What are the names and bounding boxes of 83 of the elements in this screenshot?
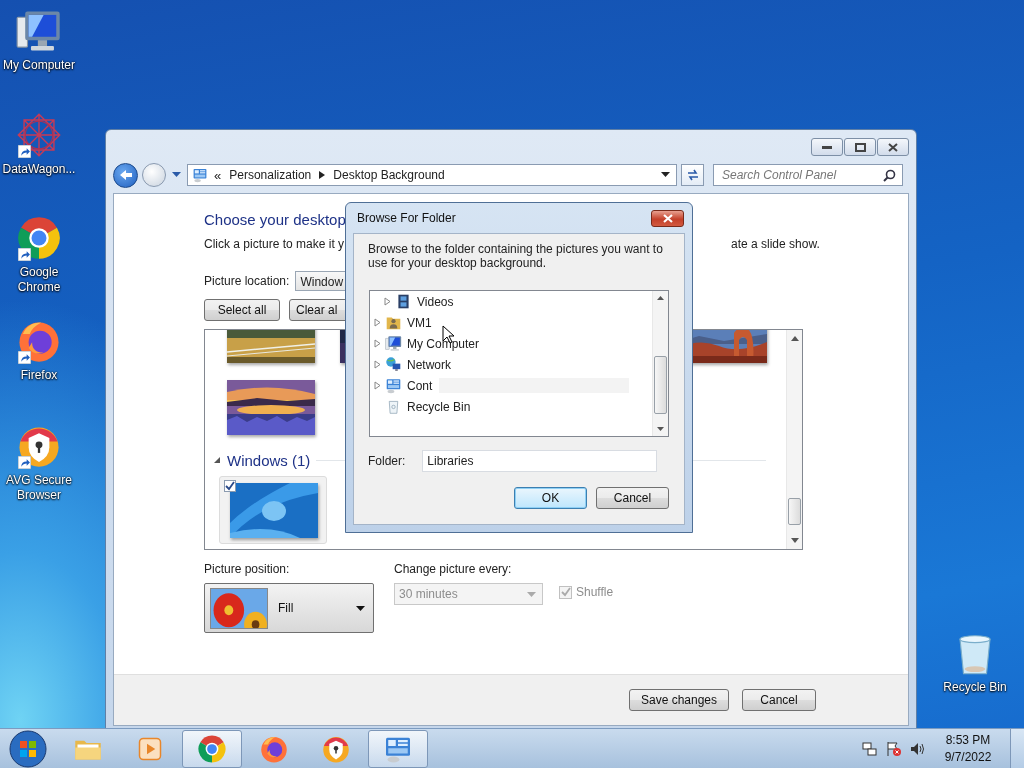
- tree-item[interactable]: Cont: [407, 378, 433, 393]
- refresh-arrows-icon: [685, 168, 700, 182]
- dialog-title: Browse For Folder: [357, 211, 456, 225]
- control-panel-icon: [385, 377, 402, 394]
- scrollbar-thumb[interactable]: [654, 356, 667, 414]
- caret-icon: [527, 591, 536, 597]
- tree-item[interactable]: Videos: [417, 294, 454, 309]
- taskbar-button[interactable]: [182, 729, 242, 768]
- flag-icon[interactable]: [886, 740, 902, 757]
- scrollbar[interactable]: [786, 330, 802, 549]
- refresh-button[interactable]: [681, 164, 704, 186]
- icon-label[interactable]: Google Chrome: [0, 265, 78, 295]
- search-field[interactable]: Search Control Panel: [713, 164, 903, 186]
- close-button[interactable]: [877, 138, 909, 156]
- collapse-triangle-icon[interactable]: [213, 456, 221, 464]
- chrome-icon: [197, 733, 227, 764]
- expand-arrow-icon[interactable]: [374, 318, 382, 327]
- caret-icon[interactable]: [661, 172, 670, 178]
- film-icon: [395, 293, 412, 310]
- tree-item[interactable]: My Computer: [407, 336, 480, 351]
- scrollbar[interactable]: [652, 291, 668, 436]
- field-label: Picture location:: [204, 274, 290, 288]
- expand-arrow-icon[interactable]: [374, 360, 382, 369]
- scrollbar-thumb[interactable]: [788, 498, 801, 525]
- mesh-icon[interactable]: [16, 112, 62, 158]
- search-icon[interactable]: [883, 169, 896, 182]
- start-orb-icon: [9, 729, 47, 768]
- group-header[interactable]: Windows (1): [227, 451, 311, 469]
- expand-arrow-icon[interactable]: [384, 297, 392, 306]
- folder-field[interactable]: Libraries: [422, 450, 658, 472]
- expand-arrow-icon[interactable]: [374, 339, 382, 348]
- minimize-icon: [822, 145, 832, 149]
- footer-button[interactable]: Cancel: [742, 689, 816, 711]
- breadcrumb-item[interactable]: Desktop Background: [331, 168, 447, 182]
- caret-icon: [356, 605, 365, 611]
- scroll-up-icon[interactable]: [657, 296, 664, 300]
- instruction-text: Browse to the folder containing the pictures you want to use for your desktop background.: [368, 242, 664, 270]
- computer-icon: [385, 335, 402, 352]
- tree-item[interactable]: Network: [407, 357, 451, 372]
- close-icon: [662, 213, 673, 223]
- user-folder-icon: [385, 314, 402, 331]
- network-monitors-icon[interactable]: [862, 740, 878, 757]
- close-button[interactable]: [651, 209, 684, 227]
- dialog-button[interactable]: OK: [514, 487, 587, 509]
- network-icon: [385, 356, 402, 373]
- maximize-button[interactable]: [844, 138, 876, 156]
- breadcrumb-arrow-icon[interactable]: [319, 171, 326, 179]
- tree-item[interactable]: Recycle Bin: [407, 399, 471, 414]
- close-icon: [888, 142, 898, 152]
- wallpaper-tile[interactable]: [219, 476, 327, 544]
- field-label: Folder:: [368, 454, 406, 468]
- page-heading: Choose your desktop: [204, 210, 346, 230]
- scroll-down-icon[interactable]: [657, 427, 664, 431]
- icon-label[interactable]: DataWagon...: [2, 162, 76, 177]
- overflow-chevron[interactable]: «: [214, 167, 222, 183]
- back-button[interactable]: [113, 162, 138, 188]
- taskbar-button[interactable]: [368, 729, 428, 768]
- scroll-down-icon[interactable]: [790, 538, 799, 543]
- breadcrumb-item[interactable]: Personalization: [227, 168, 314, 182]
- icon-label[interactable]: My Computer: [3, 58, 75, 73]
- control-panel-icon: [192, 167, 208, 183]
- icon-label[interactable]: Firefox: [20, 368, 58, 383]
- checkbox[interactable]: [224, 480, 236, 492]
- picture-position-dropdown[interactable]: Fill: [204, 583, 374, 633]
- computer-icon[interactable]: [16, 8, 62, 54]
- dialog-button[interactable]: Cancel: [596, 487, 669, 509]
- icon-label[interactable]: Recycle Bin: [943, 680, 1007, 695]
- clock[interactable]: 8:53 PM 9/7/2022: [934, 731, 1002, 766]
- expand-arrow-icon[interactable]: [374, 381, 382, 390]
- field-label: Change picture every:: [394, 561, 513, 577]
- restore-icon: [854, 142, 866, 152]
- start-button[interactable]: [6, 728, 50, 768]
- description-text: Click a picture to make it y: [204, 236, 345, 252]
- tree-item[interactable]: VM1: [407, 315, 432, 330]
- arrow-left-icon: [118, 169, 133, 181]
- select-button[interactable]: Select all: [204, 299, 280, 321]
- description-text: ate a slide show.: [731, 236, 820, 252]
- field-label: Picture position:: [204, 561, 291, 577]
- address-bar[interactable]: « Personalization Desktop Background: [187, 164, 677, 186]
- footer-button[interactable]: Save changes: [629, 689, 729, 711]
- scroll-up-icon[interactable]: [790, 336, 799, 341]
- chrome-icon[interactable]: [16, 215, 62, 261]
- minimize-button[interactable]: [811, 138, 843, 156]
